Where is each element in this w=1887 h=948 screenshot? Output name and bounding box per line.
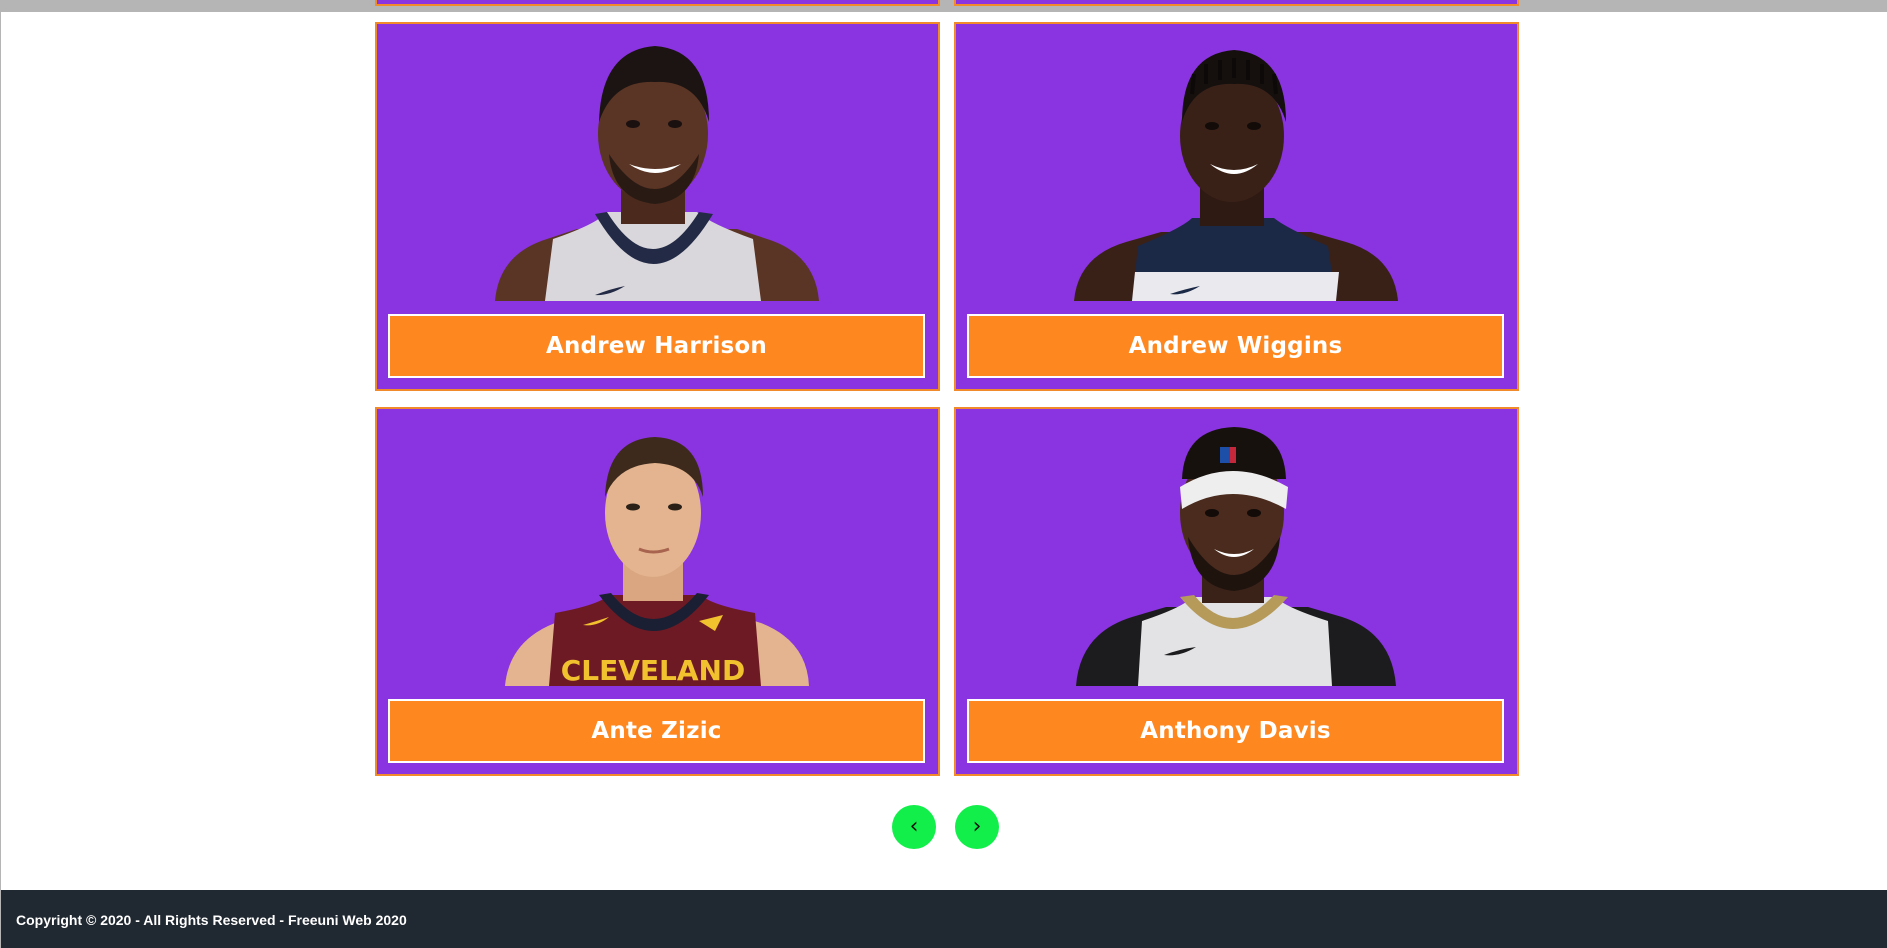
player-photo [956, 24, 1517, 301]
jersey-lettering: CLEVELAND [561, 654, 746, 686]
page: Andrew Harrison Andrew Wiggins CLEVELAND… [0, 0, 1887, 948]
chevron-left-icon: ‹ [909, 814, 919, 839]
player-photo [956, 409, 1517, 686]
player-name[interactable]: Ante Zizic [388, 699, 925, 763]
player-photo [377, 24, 938, 301]
next-page-button[interactable]: › [955, 805, 999, 849]
player-name[interactable]: Anthony Davis [967, 699, 1504, 763]
player-photo: CLEVELAND [377, 409, 938, 686]
player-card[interactable]: Andrew Wiggins [954, 22, 1519, 391]
player-card-partial[interactable] [954, 0, 1519, 6]
player-card[interactable]: CLEVELAND Ante Zizic [375, 407, 940, 776]
prev-page-button[interactable]: ‹ [892, 805, 936, 849]
copyright-text: Copyright © 2020 - All Rights Reserved -… [16, 912, 407, 928]
player-name[interactable]: Andrew Harrison [388, 314, 925, 378]
player-card[interactable]: Anthony Davis [954, 407, 1519, 776]
player-name[interactable]: Andrew Wiggins [967, 314, 1504, 378]
top-scroll-strip [1, 0, 1887, 12]
footer: Copyright © 2020 - All Rights Reserved -… [1, 890, 1887, 948]
chevron-right-icon: › [972, 814, 982, 839]
player-card[interactable]: Andrew Harrison [375, 22, 940, 391]
player-card-partial[interactable] [375, 0, 940, 6]
